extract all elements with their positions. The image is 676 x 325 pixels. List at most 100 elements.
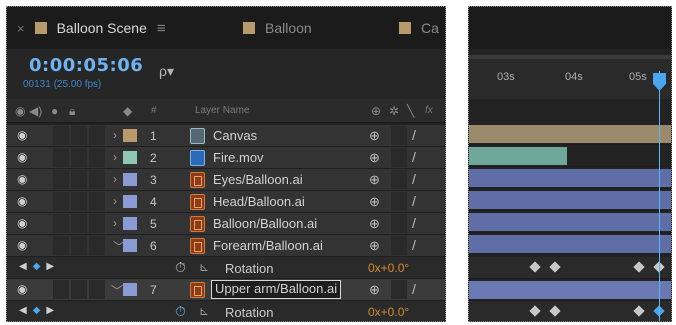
eye-icon[interactable]: ◉ bbox=[17, 282, 29, 298]
lock-toggle[interactable] bbox=[89, 192, 105, 211]
label-color-swatch[interactable] bbox=[123, 283, 137, 296]
audio-toggle[interactable] bbox=[53, 126, 69, 145]
collapse-switch[interactable] bbox=[391, 236, 407, 255]
solo-toggle[interactable] bbox=[71, 192, 87, 211]
quality-switch[interactable]: / bbox=[412, 281, 416, 297]
solo-toggle[interactable] bbox=[71, 126, 87, 145]
collapse-switch[interactable] bbox=[391, 148, 407, 167]
time-ruler[interactable]: 03s 04s 05s bbox=[469, 59, 671, 99]
audio-toggle[interactable] bbox=[53, 214, 69, 233]
keyframe[interactable] bbox=[633, 305, 645, 317]
label-color-swatch[interactable] bbox=[123, 173, 137, 186]
keyframe[interactable] bbox=[549, 305, 561, 317]
shy-switch[interactable]: ⊕ bbox=[369, 282, 380, 298]
chevron-right-icon[interactable]: › bbox=[113, 216, 117, 230]
keyframe[interactable] bbox=[549, 261, 561, 273]
layer-name[interactable]: Balloon/Balloon.ai bbox=[213, 216, 317, 231]
close-icon[interactable]: × bbox=[17, 21, 25, 36]
lock-toggle[interactable] bbox=[89, 148, 105, 167]
lock-toggle[interactable] bbox=[89, 280, 105, 299]
eye-icon[interactable]: ◉ bbox=[17, 194, 29, 210]
graph-icon[interactable]: ⊾ bbox=[199, 260, 209, 274]
layer-duration-bar[interactable] bbox=[469, 235, 671, 253]
stopwatch-icon[interactable]: ⏱ bbox=[175, 259, 186, 276]
audio-toggle[interactable] bbox=[53, 236, 69, 255]
solo-toggle[interactable] bbox=[71, 148, 87, 167]
shy-switch[interactable]: ⊕ bbox=[369, 128, 380, 144]
quality-switch[interactable]: / bbox=[412, 171, 416, 187]
label-color-swatch[interactable] bbox=[123, 151, 137, 164]
layer-row-1[interactable]: ◉ › 1 Canvas ⊕ / bbox=[7, 125, 445, 147]
layer-row-6[interactable]: ◉ ﹀ 6 Forearm/Balloon.ai ⊕ / bbox=[7, 235, 445, 257]
audio-toggle[interactable] bbox=[53, 170, 69, 189]
stopwatch-icon[interactable]: ⏱ bbox=[175, 303, 186, 320]
quality-switch[interactable]: / bbox=[412, 127, 416, 143]
layer-row-7[interactable]: ◉ ﹀ 7 Upper arm/Balloon.ai ⊕ / bbox=[7, 279, 445, 301]
collapse-switch[interactable] bbox=[391, 214, 407, 233]
layer-name[interactable]: Eyes/Balloon.ai bbox=[213, 172, 303, 187]
property-value[interactable]: 0x+0.0° bbox=[368, 305, 409, 319]
collapse-switch[interactable] bbox=[391, 280, 407, 299]
keyframe[interactable] bbox=[529, 305, 541, 317]
property-row-rotation[interactable]: ◀◆▶ ⏱ ⊾ Rotation 0x+0.0° bbox=[7, 257, 445, 279]
shy-switch[interactable]: ⊕ bbox=[369, 216, 380, 232]
label-color-swatch[interactable] bbox=[123, 217, 137, 230]
shy-switch[interactable]: ⊕ bbox=[369, 194, 380, 210]
eye-icon[interactable]: ◉ bbox=[17, 216, 29, 232]
collapse-switch[interactable] bbox=[391, 126, 407, 145]
layer-duration-bar[interactable] bbox=[469, 147, 567, 165]
chevron-right-icon[interactable]: › bbox=[113, 128, 117, 142]
layer-row-2[interactable]: ◉ › 2 Fire.mov ⊕ / bbox=[7, 147, 445, 169]
lock-toggle[interactable] bbox=[89, 236, 105, 255]
layer-name-field[interactable]: Upper arm/Balloon.ai bbox=[211, 280, 342, 299]
label-color-swatch[interactable] bbox=[123, 129, 137, 142]
lock-toggle[interactable] bbox=[89, 126, 105, 145]
lock-toggle[interactable] bbox=[89, 170, 105, 189]
solo-toggle[interactable] bbox=[71, 170, 87, 189]
layer-name[interactable]: Head/Balloon.ai bbox=[213, 194, 305, 209]
label-color-swatch[interactable] bbox=[123, 239, 137, 252]
property-row-rotation[interactable]: ◀◆▶ ⏱ ⊾ Rotation 0x+0.0° bbox=[7, 301, 445, 321]
layer-duration-bar[interactable] bbox=[469, 281, 671, 299]
layer-name[interactable]: Fire.mov bbox=[213, 150, 264, 165]
layer-name[interactable]: Forearm/Balloon.ai bbox=[213, 238, 323, 253]
graph-icon[interactable]: ⊾ bbox=[199, 304, 209, 318]
tab-balloon-scene[interactable]: × Balloon Scene ≡ bbox=[17, 15, 166, 41]
property-value[interactable]: 0x+0.0° bbox=[368, 261, 409, 275]
quality-switch[interactable]: / bbox=[412, 149, 416, 165]
layer-duration-bar[interactable] bbox=[469, 191, 671, 209]
layer-name[interactable]: Canvas bbox=[213, 128, 257, 143]
search-icon[interactable]: ρ▾ bbox=[159, 63, 174, 80]
layer-name-column[interactable]: Layer Name bbox=[195, 105, 249, 116]
layer-duration-bar[interactable] bbox=[469, 125, 671, 143]
quality-switch[interactable]: / bbox=[412, 215, 416, 231]
chevron-right-icon[interactable]: › bbox=[113, 172, 117, 186]
layer-row-5[interactable]: ◉ › 5 Balloon/Balloon.ai ⊕ / bbox=[7, 213, 445, 235]
quality-switch[interactable]: / bbox=[412, 237, 416, 253]
keyframe-navigator[interactable]: ◀◆▶ bbox=[19, 305, 60, 316]
keyframe[interactable] bbox=[529, 261, 541, 273]
menu-icon[interactable]: ≡ bbox=[157, 20, 166, 37]
shy-switch[interactable]: ⊕ bbox=[369, 150, 380, 166]
solo-toggle[interactable] bbox=[71, 236, 87, 255]
solo-toggle[interactable] bbox=[71, 280, 87, 299]
chevron-right-icon[interactable]: › bbox=[113, 150, 117, 164]
shy-switch[interactable]: ⊕ bbox=[369, 238, 380, 254]
keyframe[interactable] bbox=[633, 261, 645, 273]
layer-duration-bar[interactable] bbox=[469, 213, 671, 231]
tab-ca[interactable]: Ca bbox=[399, 15, 439, 41]
layer-row-3[interactable]: ◉ › 3 Eyes/Balloon.ai ⊕ / bbox=[7, 169, 445, 191]
lock-toggle[interactable] bbox=[89, 214, 105, 233]
audio-toggle[interactable] bbox=[53, 192, 69, 211]
label-color-swatch[interactable] bbox=[123, 195, 137, 208]
tab-balloon[interactable]: Balloon bbox=[243, 15, 312, 41]
audio-toggle[interactable] bbox=[53, 280, 69, 299]
eye-icon[interactable]: ◉ bbox=[17, 150, 29, 166]
chevron-right-icon[interactable]: › bbox=[113, 194, 117, 208]
eye-icon[interactable]: ◉ bbox=[17, 128, 29, 144]
shy-switch[interactable]: ⊕ bbox=[369, 172, 380, 188]
audio-toggle[interactable] bbox=[53, 148, 69, 167]
keyframe-navigator[interactable]: ◀◆▶ bbox=[19, 261, 60, 272]
current-time[interactable]: 0:00:05:06 bbox=[29, 55, 143, 76]
eye-icon[interactable]: ◉ bbox=[17, 238, 29, 254]
